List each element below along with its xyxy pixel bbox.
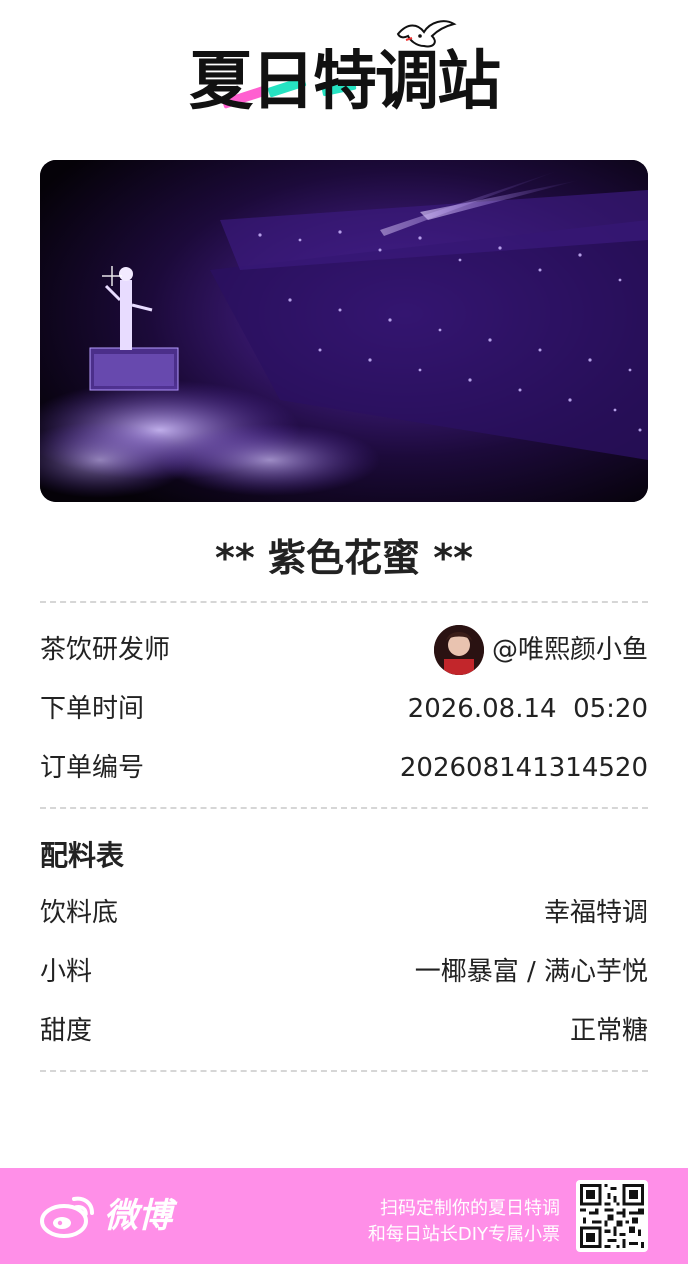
concert-photo (40, 160, 648, 502)
footer: 微博 扫码定制你的夏日特调 和每日站长DIY专属小票 (0, 1168, 688, 1264)
weibo-logo[interactable]: 微博 (40, 1190, 172, 1242)
logo: 夏日特调站 (0, 12, 688, 132)
footer-line-2: 和每日站长DIY专属小票 (367, 1224, 560, 1245)
logo-text: 夏日特调站 (189, 45, 501, 119)
row-label: 下单时间 (40, 694, 145, 724)
row-label: 订单编号 (40, 753, 145, 783)
weibo-icon (40, 1196, 94, 1238)
row-label: 甜度 (40, 1016, 93, 1046)
row-label: 茶饮研发师 (40, 635, 171, 665)
footer-promo: 扫码定制你的夏日特调 和每日站长DIY专属小票 (368, 1196, 560, 1248)
ingredient-row-toppings: 小料 一椰暴富 / 满心芋悦 (40, 950, 648, 994)
ingredient-value: 幸福特调 (543, 898, 648, 928)
order-row-developer: 茶饮研发师 @唯熙颜小鱼 (40, 625, 648, 675)
divider (40, 1070, 648, 1072)
divider (40, 601, 648, 603)
row-label: 饮料底 (40, 898, 119, 928)
developer-name[interactable]: @唯熙颜小鱼 (492, 628, 648, 672)
ingredient-row-sweetness: 甜度 正常糖 (40, 1009, 648, 1053)
divider (40, 807, 648, 809)
order-row-number: 订单编号 202608141314520 (40, 746, 648, 790)
qr-code[interactable] (576, 1180, 648, 1252)
order-row-time: 下单时间 2026.08.14 05:20 (40, 687, 648, 731)
ingredient-row-base: 饮料底 幸福特调 (40, 891, 648, 935)
weibo-brand: 微博 (104, 1196, 172, 1236)
order-number: 202608141314520 (399, 753, 648, 783)
order-time: 2026.08.14 05:20 (407, 694, 648, 724)
ingredients-title: 配料表 (40, 839, 125, 872)
row-label: 小料 (40, 957, 93, 987)
drink-title: ** 紫色花蜜 ** (215, 536, 473, 580)
ingredient-value: 正常糖 (569, 1016, 648, 1046)
ingredient-value: 一椰暴富 / 满心芋悦 (414, 957, 648, 987)
avatar[interactable] (433, 625, 484, 675)
footer-line-1: 扫码定制你的夏日特调 (380, 1198, 560, 1219)
